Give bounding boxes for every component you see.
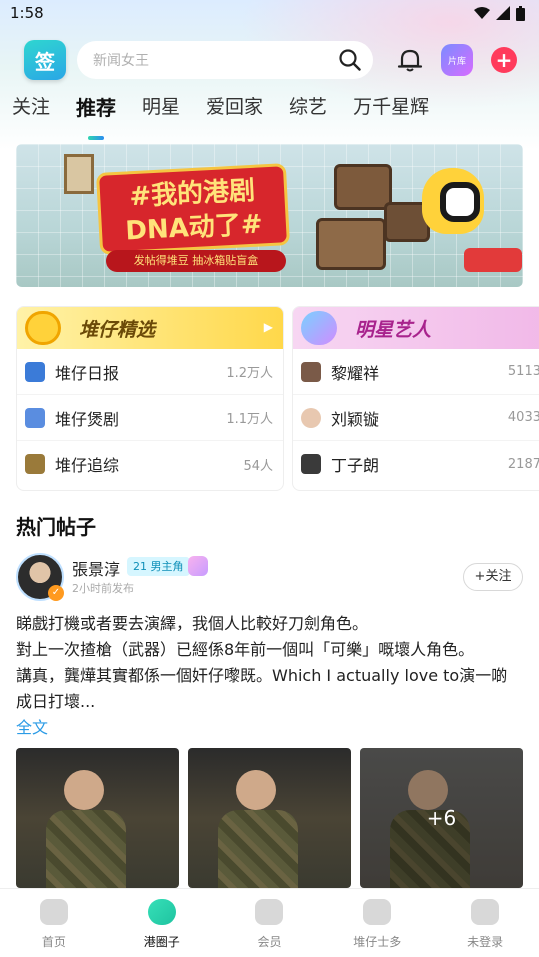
home-icon — [39, 899, 68, 925]
list-item-count: 1.1万人 — [226, 412, 273, 427]
list-item[interactable]: 堆仔煲剧 1.1万人 — [17, 395, 283, 441]
list-item[interactable]: 堆仔追综 54人 — [17, 441, 283, 487]
tv-illustration — [334, 164, 392, 210]
list-item[interactable]: 刘颖镟 4033 — [293, 395, 539, 441]
banner-subtitle: 发帖得堆豆 抽冰箱贴盲盒 — [106, 250, 286, 272]
list-item[interactable]: 堆仔日报 1.2万人 — [17, 349, 283, 395]
signal-icon — [496, 6, 510, 20]
nav-store[interactable]: 堆仔士多 — [323, 889, 431, 957]
promo-banner[interactable]: #我的港剧DNA动了# 发帖得堆豆 抽冰箱贴盲盒 — [16, 144, 523, 287]
section-title: 热门帖子 — [16, 515, 96, 539]
post-line: 睇戲打機或者要去演繹，我個人比較好刀劍角色。 — [16, 614, 369, 633]
nav-circle[interactable]: 港圈子 — [108, 889, 216, 957]
tab-starlight[interactable]: 万千星辉 — [353, 92, 429, 132]
mascot-illustration — [422, 168, 484, 234]
post-photo[interactable]: +6 — [360, 748, 523, 888]
featured-card: 堆仔精选 ▶ 堆仔日报 1.2万人 堆仔煲剧 1.1万人 堆仔追综 54人 — [16, 306, 284, 491]
library-label: 片库 — [447, 56, 466, 67]
badge-icon — [188, 556, 208, 576]
wifi-icon — [474, 7, 490, 19]
status-time: 1:58 — [10, 4, 44, 22]
status-bar: 1:58 — [0, 0, 539, 26]
category-tabs: 关注 推荐 明星 爱回家 综艺 万千星辉 — [0, 92, 455, 140]
nav-label: 堆仔士多 — [353, 935, 402, 949]
battery-icon — [516, 5, 525, 21]
list-item-count: 5113 — [507, 364, 539, 379]
search-placeholder: 新闻女王 — [93, 53, 149, 69]
banner-frame-illustration — [64, 154, 94, 194]
list-item-name: 堆仔日报 — [55, 363, 120, 383]
follow-button[interactable]: +关注 — [463, 563, 523, 591]
role-badge: 21 男主角 — [127, 557, 190, 576]
list-item-count: 4033 — [507, 410, 539, 425]
post-photo[interactable] — [188, 748, 351, 888]
status-icons — [474, 5, 525, 21]
nav-label: 首页 — [41, 935, 66, 949]
nav-label: 未登录 — [467, 935, 504, 949]
check-in-label: 签 — [35, 49, 55, 74]
list-item[interactable]: 丁子朗 2187 — [293, 441, 539, 487]
avatar — [301, 454, 321, 474]
list-item-name: 丁子朗 — [331, 456, 380, 475]
stars-card-title: 明星艺人 — [355, 318, 432, 341]
check-in-button[interactable]: 签 — [24, 40, 66, 80]
drama-icon — [25, 407, 45, 428]
verified-icon: ✓ — [48, 585, 64, 601]
tab-recommend[interactable]: 推荐 — [76, 92, 116, 140]
post-time: 2小时前发布 — [72, 582, 134, 595]
list-item-name: 堆仔煲剧 — [55, 409, 120, 429]
tv-illustration — [316, 218, 386, 270]
nav-profile[interactable]: 未登录 — [431, 889, 539, 957]
bell-icon[interactable] — [396, 46, 424, 74]
store-icon — [363, 899, 392, 925]
library-button[interactable]: 片库 — [441, 44, 473, 76]
vip-icon — [255, 899, 284, 925]
nav-label: 港圈子 — [143, 935, 180, 949]
list-item-count: 2187 — [507, 456, 539, 472]
more-photos-count: +6 — [360, 748, 523, 888]
tab-stars[interactable]: 明星 — [142, 92, 180, 132]
mascot-icon — [25, 311, 61, 345]
bottom-nav: 首页 港圈子 会员 堆仔士多 未登录 — [0, 888, 539, 957]
search-input[interactable]: 新闻女王 — [77, 41, 373, 79]
list-item-count: 54人 — [243, 458, 273, 474]
top-header: 签 新闻女王 片库 + — [0, 38, 539, 82]
list-item-name: 刘颖镟 — [331, 409, 380, 429]
banner-title: #我的港剧DNA动了# — [95, 163, 291, 255]
featured-card-header[interactable]: 堆仔精选 ▶ — [17, 307, 283, 349]
stars-card-header[interactable]: 明星艺人 — [293, 307, 539, 349]
avatar — [301, 407, 321, 428]
taxi-illustration — [464, 248, 522, 272]
read-more-link[interactable]: 全文 — [16, 715, 516, 741]
list-item-name: 堆仔追综 — [55, 456, 120, 475]
tab-follow[interactable]: 关注 — [12, 92, 50, 132]
list-item-name: 黎耀祥 — [331, 363, 380, 383]
nav-label: 会员 — [257, 935, 282, 949]
post-text[interactable]: 睇戲打機或者要去演繹，我個人比較好刀劍角色。 對上一次揸槍（武器）已經係8年前一… — [16, 611, 516, 741]
chevron-right-icon: ▶ — [263, 320, 273, 334]
post-line: 對上一次揸槍（武器）已經係8年前一個叫「可樂」嘅壞人角色。 — [16, 640, 475, 659]
post-photo[interactable] — [16, 748, 179, 888]
post-line: 講真，龔燁其實都係一個奸仔嚟既。Which I actually love to… — [16, 666, 508, 685]
post-author[interactable]: 張景淳 — [72, 556, 120, 580]
star-mascot-icon — [301, 311, 337, 345]
tab-love-home[interactable]: 爱回家 — [206, 92, 263, 132]
stars-card: 明星艺人 黎耀祥 5113 刘颖镟 4033 丁子朗 2187 — [292, 306, 539, 491]
search-icon[interactable] — [339, 49, 361, 71]
variety-icon — [25, 454, 45, 474]
featured-card-title: 堆仔精选 — [79, 318, 156, 341]
add-post-button[interactable]: + — [491, 47, 517, 73]
tab-variety[interactable]: 综艺 — [289, 92, 327, 132]
avatar — [301, 361, 321, 382]
list-item[interactable]: 黎耀祥 5113 — [293, 349, 539, 395]
profile-icon — [471, 899, 500, 925]
circle-icon — [147, 899, 176, 925]
post-line: 成日打壞... — [16, 692, 96, 711]
daily-icon — [25, 361, 45, 382]
nav-home[interactable]: 首页 — [0, 889, 108, 957]
list-item-count: 1.2万人 — [226, 366, 273, 381]
post-photos: +6 — [16, 748, 523, 888]
post-header: ✓ 張景淳 21 男主角 2小时前发布 +关注 — [16, 553, 523, 603]
nav-member[interactable]: 会员 — [216, 889, 324, 957]
